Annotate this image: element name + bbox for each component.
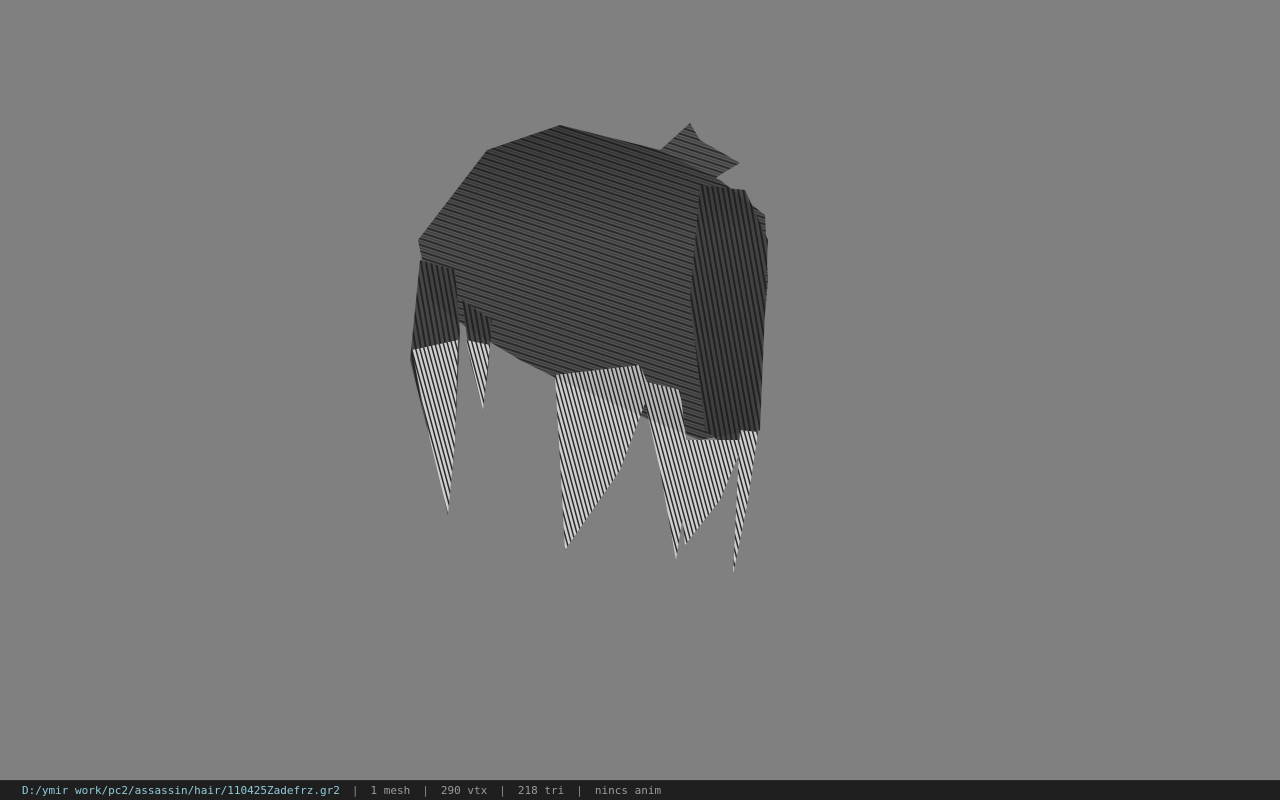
vertex-count: 290 vtx (440, 784, 488, 797)
separator: | (351, 784, 359, 797)
hair-right-tips-2 (675, 440, 745, 545)
separator: | (499, 784, 506, 797)
animation-status: nincs anim (594, 784, 662, 797)
status-bar: D:/ymir work/pc2/assassin/hair/110425Zad… (0, 780, 1280, 800)
3d-viewport[interactable] (0, 0, 1280, 780)
hair-model-render (410, 123, 768, 575)
separator: | (422, 784, 429, 797)
triangle-count: 218 tri (517, 784, 565, 797)
separator: | (576, 784, 583, 797)
file-path: D:/ymir work/pc2/assassin/hair/110425Zad… (22, 784, 340, 797)
mesh-count: 1 mesh (370, 784, 411, 797)
hair-left-strand-tip (466, 340, 490, 410)
hair-left-lock-tip (412, 340, 458, 515)
